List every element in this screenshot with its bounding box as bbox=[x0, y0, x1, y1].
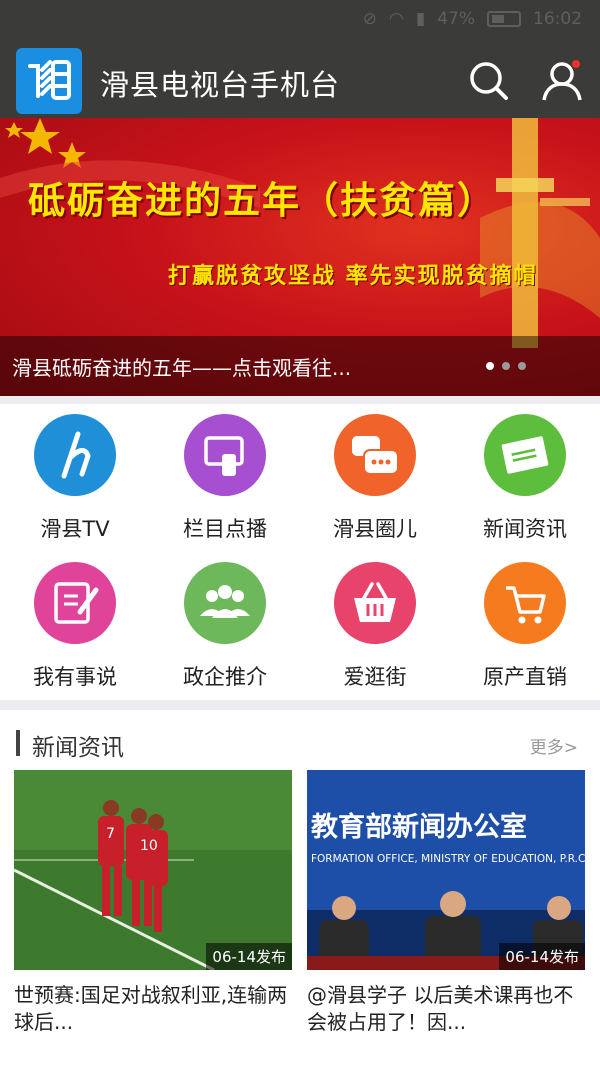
banner-carousel[interactable]: 砥砺奋进的五年（扶贫篇） 打赢脱贫攻坚战 率先实现脱贫摘帽 滑县砥砺奋进的五年—… bbox=[0, 118, 600, 396]
jersey-number: 7 bbox=[106, 826, 115, 842]
carousel-dot[interactable] bbox=[486, 362, 494, 370]
status-icons: ⊘ ◠ ▮ 47% 16:02 bbox=[363, 9, 582, 29]
photo-banner: 教育部新闻办公室 bbox=[311, 811, 527, 843]
people-icon bbox=[184, 562, 266, 644]
news-headline[interactable]: 世预赛:国足对战叙利亚,连输两球后... bbox=[14, 982, 296, 1036]
carousel-dots bbox=[486, 362, 526, 370]
note-pen-icon bbox=[34, 562, 116, 644]
news-more-link[interactable]: 更多> bbox=[530, 733, 578, 758]
section-marker bbox=[16, 730, 20, 756]
grid-item-speak[interactable]: 我有事说 bbox=[0, 552, 150, 700]
grid-label: 栏目点播 bbox=[183, 517, 267, 541]
grid-label: 滑县TV bbox=[40, 517, 110, 541]
grid-item-direct-sale[interactable]: 原产直销 bbox=[450, 552, 600, 700]
banner-headline: 砥砺奋进的五年（扶贫篇） bbox=[28, 178, 496, 222]
jersey-number: 10 bbox=[140, 838, 158, 854]
signal-icon: ▮ bbox=[415, 9, 426, 29]
news-card-image[interactable]: 教育部新闻办公室 FORMATION OFFICE, MINISTRY OF E… bbox=[307, 770, 585, 970]
banner-subline: 打赢脱贫攻坚战 率先实现脱贫摘帽 bbox=[168, 263, 538, 289]
tv-touch-icon bbox=[184, 414, 266, 496]
app-header: 滑县电视台手机台 bbox=[0, 40, 600, 118]
grid-label: 我有事说 bbox=[33, 665, 117, 689]
status-bar: ⊘ ◠ ▮ 47% 16:02 bbox=[0, 0, 600, 40]
hua-logo[interactable] bbox=[16, 48, 82, 114]
news-headline[interactable]: @滑县学子 以后美术课再也不会被占用了！因... bbox=[307, 982, 589, 1036]
app-title: 滑县电视台手机台 bbox=[100, 68, 341, 102]
h-script-icon bbox=[34, 414, 116, 496]
press-conference-photo: 教育部新闻办公室 FORMATION OFFICE, MINISTRY OF E… bbox=[307, 770, 585, 970]
clock: 16:02 bbox=[533, 9, 582, 29]
grid-item-programs[interactable]: 栏目点播 bbox=[150, 404, 300, 552]
newspaper-icon bbox=[484, 414, 566, 496]
news-card-image[interactable]: 7 10 06-14发布 bbox=[14, 770, 292, 970]
grid-label: 原产直销 bbox=[483, 665, 567, 689]
grid-item-enterprise[interactable]: 政企推介 bbox=[150, 552, 300, 700]
news-section: 新闻资讯 更多> 7 10 06-14发布 世预赛:国足对战叙利亚,连输两球后.… bbox=[0, 710, 600, 1067]
grid-label: 政企推介 bbox=[183, 665, 267, 689]
grid-item-news[interactable]: 新闻资讯 bbox=[450, 404, 600, 552]
grid-item-huaxian-tv[interactable]: 滑县TV bbox=[0, 404, 150, 552]
football-photo: 7 10 bbox=[14, 770, 292, 970]
grid-label: 新闻资讯 bbox=[483, 517, 567, 541]
user-icon[interactable] bbox=[540, 58, 586, 104]
grid-item-shopping[interactable]: 爱逛街 bbox=[300, 552, 450, 700]
wifi-icon: ◠ bbox=[389, 9, 404, 29]
news-date: 06-14发布 bbox=[206, 943, 292, 970]
banner-caption-bar: 滑县砥砺奋进的五年——点击观看往... bbox=[0, 336, 600, 396]
news-date: 06-14发布 bbox=[499, 943, 585, 970]
cart-icon bbox=[484, 562, 566, 644]
feature-grid: 滑县TV 栏目点播 滑县圈儿 新闻资讯 我有事说 政企推介 爱逛街 原产直销 bbox=[0, 404, 600, 700]
battery-icon bbox=[487, 11, 521, 27]
grid-label: 爱逛街 bbox=[343, 665, 407, 689]
grid-item-circle[interactable]: 滑县圈儿 bbox=[300, 404, 450, 552]
carousel-dot[interactable] bbox=[518, 362, 526, 370]
grid-label: 滑县圈儿 bbox=[333, 517, 417, 541]
carousel-dot[interactable] bbox=[502, 362, 510, 370]
basket-icon bbox=[334, 562, 416, 644]
news-section-title: 新闻资讯 bbox=[32, 735, 124, 761]
chat-bubbles-icon bbox=[334, 414, 416, 496]
photo-banner-sub: FORMATION OFFICE, MINISTRY OF EDUCATION,… bbox=[311, 853, 585, 865]
alarm-icon: ⊘ bbox=[362, 9, 377, 29]
search-icon[interactable] bbox=[466, 58, 512, 104]
battery-percent: 47% bbox=[437, 9, 475, 29]
banner-caption[interactable]: 滑县砥砺奋进的五年——点击观看往... bbox=[12, 352, 351, 381]
